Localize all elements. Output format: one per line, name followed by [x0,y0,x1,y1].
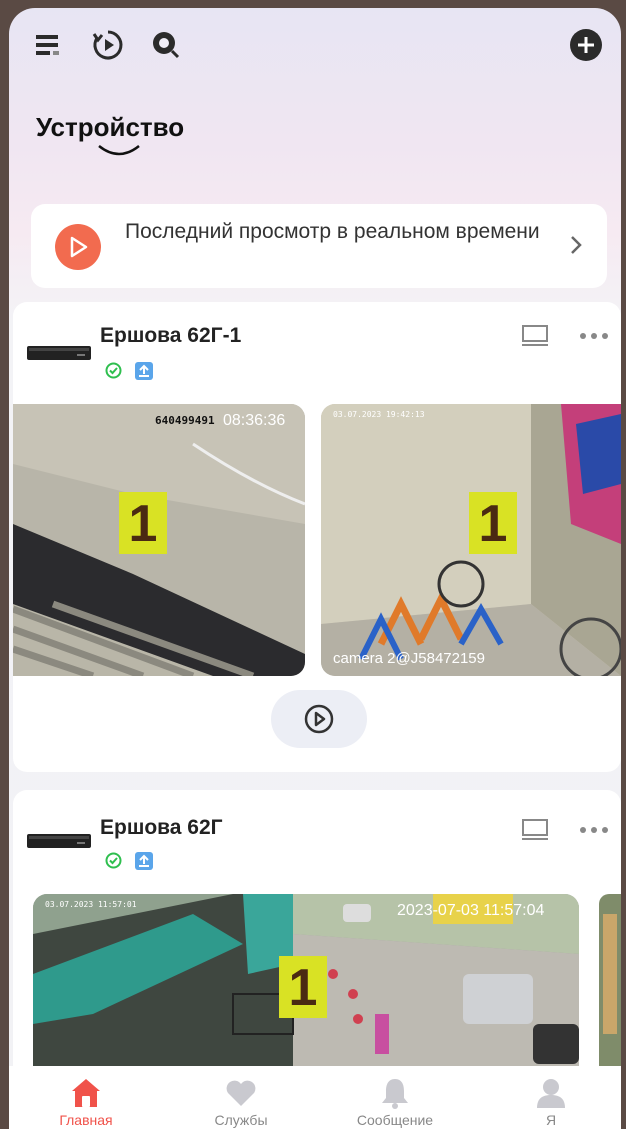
camera-name-overlay: camera 2@J58472159 [333,650,485,667]
camera-preview-image [599,894,621,1080]
last-live-view-card[interactable]: Последний просмотр в реальном времени [31,204,607,288]
nav-label: Я [545,1112,557,1128]
chevron-right-icon [571,236,582,254]
device-name[interactable]: Ершова 62Г [100,816,223,840]
camera-thumbnail[interactable]: 03.07.2023 11:57:01 2023-07-03 11:57:04 … [33,894,579,1080]
home-icon [72,1079,100,1107]
bottom-navigation: Главная Службы Сообщение Я [9,1066,621,1129]
user-icon [537,1079,565,1108]
camera-thumbnail-next[interactable] [599,894,621,1080]
menu-list-icon[interactable] [31,28,65,62]
camera-thumbnail[interactable]: 03.07.2023 19:42:13 camera 2@J58472159 1 [321,404,621,676]
device-name[interactable]: Ершова 62Г-1 [100,324,241,348]
camera-thumbnail[interactable]: 640499491 08:36:36 1 [13,404,305,676]
channel-badge: 1 [119,492,167,554]
nav-item-messages[interactable]: Сообщение [335,1066,455,1129]
top-bar [9,8,621,80]
add-device-icon[interactable] [569,28,603,62]
cloud-storage-icon [135,362,153,380]
nav-label: Службы [214,1112,268,1128]
playback-button[interactable] [271,690,367,748]
camera-date-overlay: 03.07.2023 19:42:13 [333,410,425,419]
search-icon[interactable] [149,28,183,62]
camera-id-overlay: 640499491 [155,414,215,427]
play-icon [55,224,101,270]
heart-icon [226,1080,256,1106]
channel-badge: 1 [469,492,517,554]
page-title: Устройство [36,112,185,142]
multi-screen-icon[interactable] [521,818,549,842]
nav-item-me[interactable]: Я [491,1066,611,1129]
online-status-icon [105,852,122,869]
last-live-view-label: Последний просмотр в реальном времени [125,220,540,243]
dvr-device-icon [27,834,91,848]
nav-label: Сообщение [356,1112,434,1128]
camera-time-overlay: 2023-07-03 11:57:04 [397,902,545,919]
nav-item-home[interactable]: Главная [26,1066,146,1129]
channel-badge: 1 [279,956,327,1018]
more-options-icon[interactable] [579,332,609,340]
camera-time-overlay: 08:36:36 [223,412,286,429]
nav-label: Главная [59,1112,113,1128]
play-circle-icon [304,704,334,734]
bell-icon [382,1079,408,1109]
cloud-storage-icon [135,852,153,870]
multi-screen-icon[interactable] [521,324,549,348]
device-card: Ершова 62Г-1 640499491 08:36:36 1 03.07.… [13,302,621,772]
app-screen: Устройство Последний просмотр в реальном… [9,8,621,1129]
playback-icon[interactable] [91,28,125,62]
nav-item-services[interactable]: Службы [181,1066,301,1129]
camera-date-overlay: 03.07.2023 11:57:01 [45,900,137,909]
online-status-icon [105,362,122,379]
device-card: Ершова 62Г 03.07.2023 11:57:01 2023-07-0… [13,790,621,1080]
dvr-device-icon [27,346,91,360]
title-underline-icon [98,145,140,156]
more-options-icon[interactable] [579,826,609,834]
